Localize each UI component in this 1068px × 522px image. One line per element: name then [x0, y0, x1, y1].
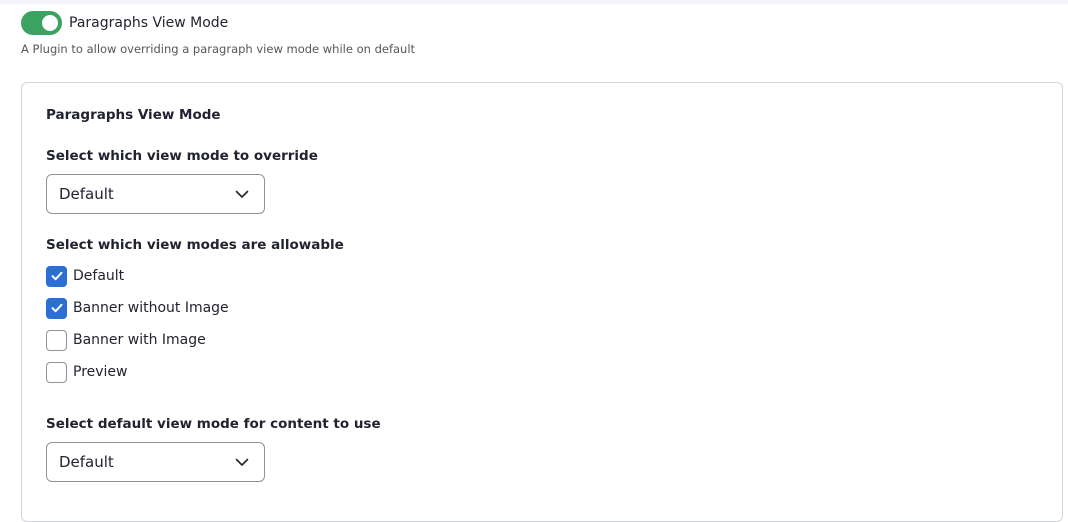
checkbox-banner-without-image[interactable] [46, 297, 67, 319]
checkbox-default[interactable] [46, 265, 67, 287]
default-view-mode-select[interactable]: Default [46, 442, 265, 482]
chevron-down-icon [235, 190, 249, 198]
plugin-header: Paragraphs View Mode [21, 11, 228, 35]
checkbox-label: Banner without Image [73, 300, 229, 316]
checkbox-banner-with-image[interactable] [46, 329, 67, 351]
checkmark-icon [51, 303, 62, 313]
override-field-label: Select which view mode to override [46, 148, 318, 164]
allowable-option-default[interactable]: Default [46, 265, 124, 287]
allowable-field-label: Select which view modes are allowable [46, 237, 344, 253]
allowable-option-banner-with-image[interactable]: Banner with Image [46, 329, 206, 351]
checkmark-icon [51, 271, 62, 281]
toggle-knob [42, 15, 58, 31]
chevron-down-icon [235, 458, 249, 466]
card-title: Paragraphs View Mode [46, 107, 221, 123]
settings-card: Paragraphs View Mode Select which view m… [21, 82, 1063, 522]
checkbox-preview[interactable] [46, 361, 67, 383]
checkbox-label: Preview [73, 364, 128, 380]
plugin-title: Paragraphs View Mode [69, 15, 229, 31]
plugin-enable-toggle[interactable] [21, 11, 62, 35]
allowable-option-banner-without-image[interactable]: Banner without Image [46, 297, 229, 319]
allowable-option-preview[interactable]: Preview [46, 361, 128, 383]
default-select-value: Default [59, 453, 114, 471]
plugin-description: A Plugin to allow overriding a paragraph… [21, 42, 416, 56]
override-view-mode-select[interactable]: Default [46, 174, 265, 214]
checkbox-label: Default [73, 268, 125, 284]
checkbox-label: Banner with Image [73, 332, 206, 348]
default-mode-field-label: Select default view mode for content to … [46, 416, 381, 432]
override-select-value: Default [59, 185, 114, 203]
top-divider [0, 0, 1068, 4]
